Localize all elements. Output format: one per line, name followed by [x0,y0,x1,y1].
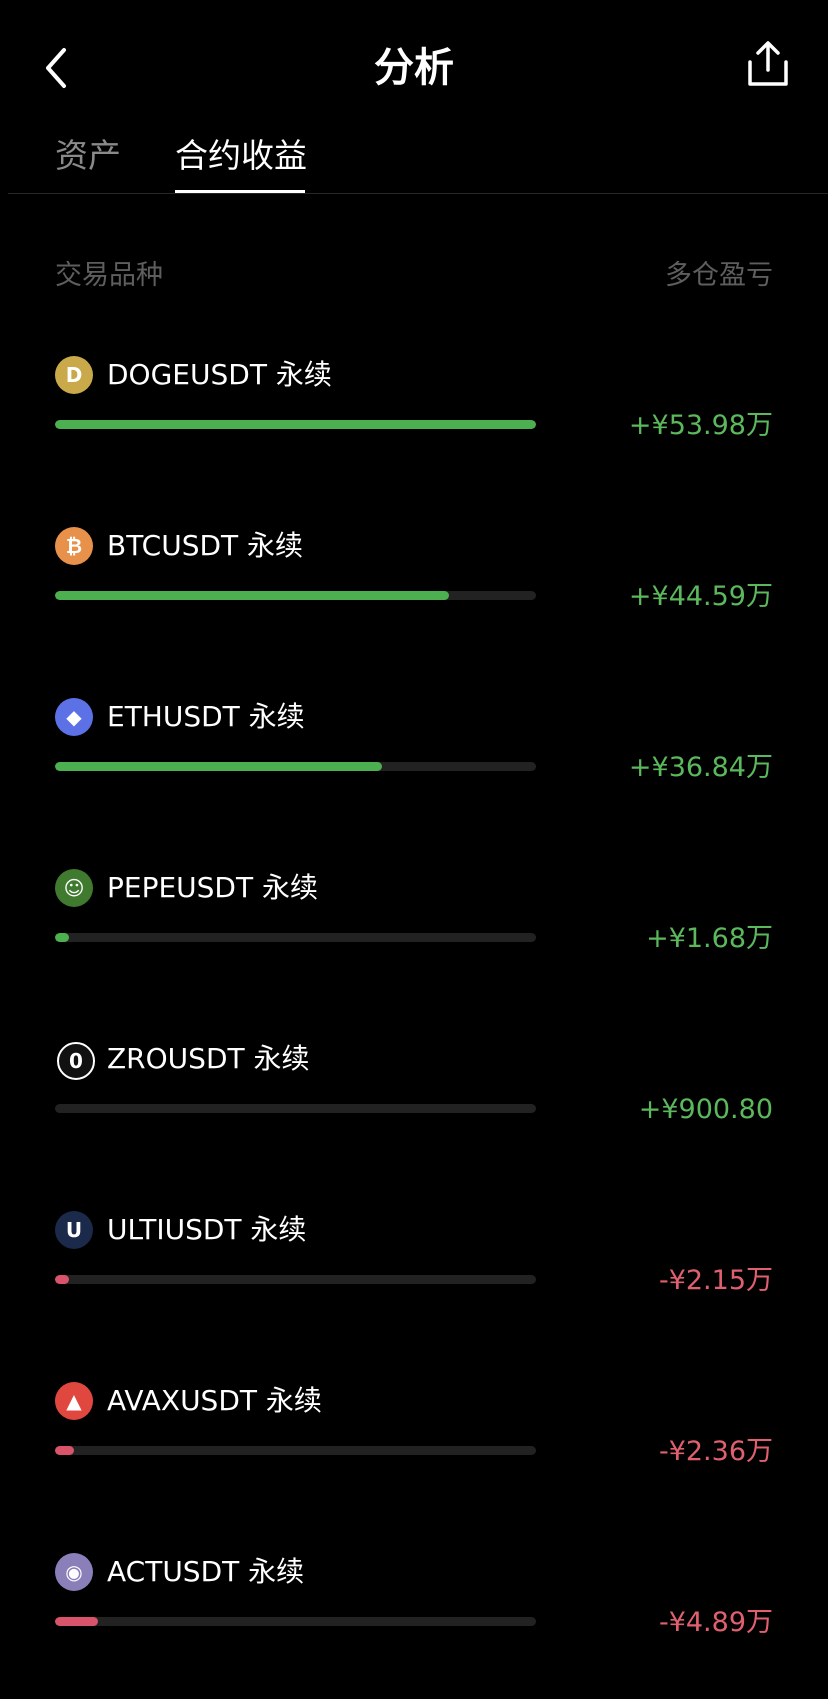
symbol-label: ETHUSDT 永续 [107,700,305,733]
column-header-long-pnl: 多仓盈亏 [665,260,773,291]
list-item[interactable]: ₿ BTCUSDT 永续 +¥44.59万 [0,523,828,673]
pnl-bar-track [55,1446,536,1455]
pnl-bar-fill [55,762,382,771]
pnl-bar-track [55,1104,536,1113]
pnl-bar-track [55,1275,536,1284]
list-item[interactable]: U ULTIUSDT 永续 -¥2.15万 [0,1207,828,1357]
tab-bar: 资产 合约收益 [0,128,828,194]
header: 分析 [0,0,828,130]
pnl-value: +¥900.80 [638,1094,773,1125]
ethereum-icon: ◆ [55,698,93,736]
pnl-bar-fill [55,591,449,600]
symbol-label: ACTUSDT 永续 [107,1555,305,1588]
doge-coin-icon: D [55,356,93,394]
pnl-value: +¥44.59万 [628,581,773,612]
pnl-value: -¥2.36万 [658,1436,773,1467]
share-icon [748,41,788,86]
symbol-label: AVAXUSDT 永续 [107,1384,322,1417]
act-anime-icon: ◉ [55,1553,93,1591]
list-item[interactable]: ▲ AVAXUSDT 永续 -¥2.36万 [0,1378,828,1528]
pnl-value: +¥36.84万 [628,752,773,783]
tab-assets[interactable]: 资产 [55,128,121,194]
symbol-label: BTCUSDT 永续 [107,529,304,562]
zro-icon: 0 [57,1042,95,1080]
pnl-value: +¥1.68万 [646,923,773,954]
share-button[interactable] [740,36,796,92]
bitcoin-icon: ₿ [55,527,93,565]
pnl-bar-fill [55,1446,74,1455]
symbol-label: DOGEUSDT 永续 [107,358,332,391]
symbol-label: PEPEUSDT 永续 [107,871,318,904]
symbol-label: ULTIUSDT 永续 [107,1213,307,1246]
pnl-bar-track [55,591,536,600]
pnl-bar-fill [55,1617,98,1626]
list-item[interactable]: ◉ ACTUSDT 永续 -¥4.89万 [0,1549,828,1699]
tabs-divider [8,193,828,194]
pnl-value: -¥2.15万 [658,1265,773,1296]
pnl-value: -¥4.89万 [658,1607,773,1638]
page-title: 分析 [374,45,454,91]
pnl-bar-fill [55,1275,69,1284]
list-item[interactable]: ☺ PEPEUSDT 永续 +¥1.68万 [0,865,828,1015]
avalanche-icon: ▲ [55,1382,93,1420]
pnl-bar-track [55,933,536,942]
pnl-bar-fill [55,933,69,942]
column-header-symbol: 交易品种 [55,260,163,291]
ulti-icon: U [55,1211,93,1249]
list-item[interactable]: 0 ZROUSDT 永续 +¥900.80 [0,1036,828,1186]
list-item[interactable]: ◆ ETHUSDT 永续 +¥36.84万 [0,694,828,844]
pnl-bar-track [55,1617,536,1626]
pnl-bar-fill [55,420,536,429]
pnl-value: +¥53.98万 [628,410,773,441]
symbol-label: ZROUSDT 永续 [107,1042,310,1075]
list-item[interactable]: D DOGEUSDT 永续 +¥53.98万 [0,352,828,502]
pepe-frog-icon: ☺ [55,869,93,907]
pnl-bar-track [55,420,536,429]
pnl-bar-track [55,762,536,771]
tab-contract-pnl[interactable]: 合约收益 [175,128,307,194]
